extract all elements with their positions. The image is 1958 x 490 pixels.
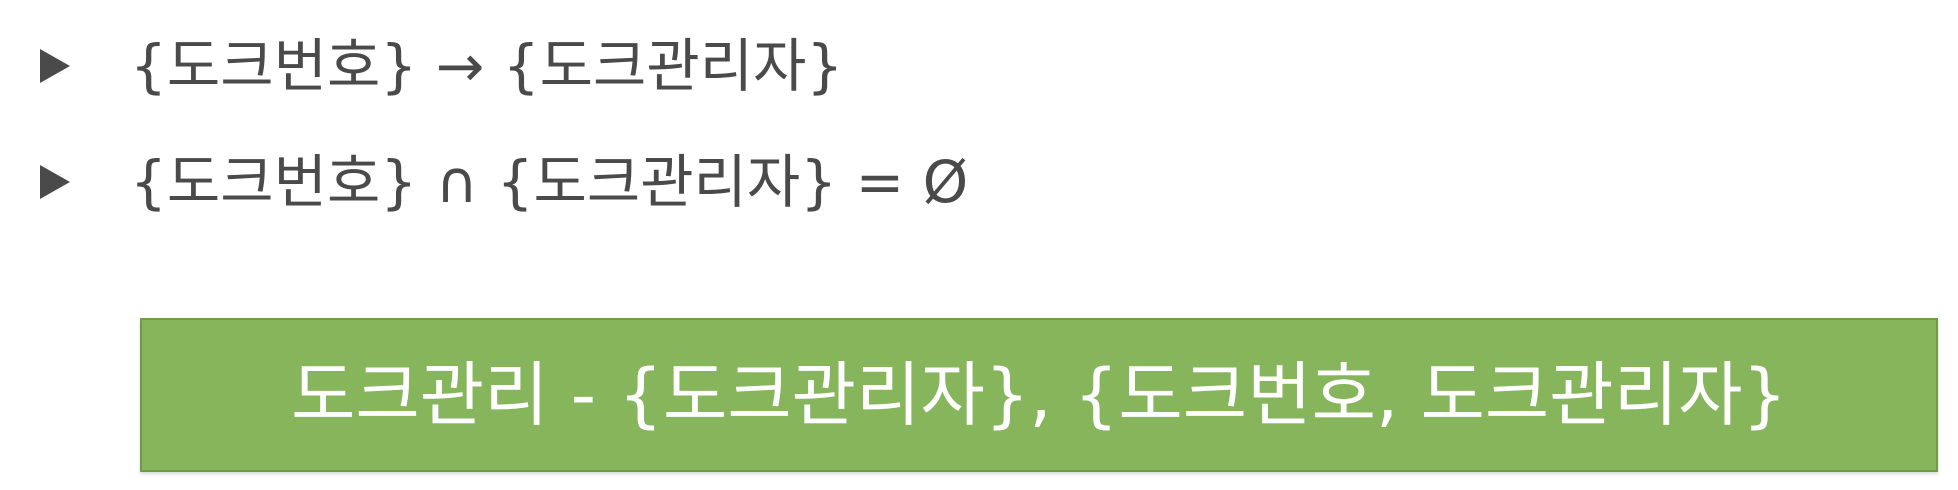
bullet-text: {도크번호} → {도크관리자} <box>130 32 844 100</box>
highlight-box: 도크관리 - {도크관리자}, {도크번호, 도크관리자} <box>140 318 1938 472</box>
triangle-bullet-icon <box>40 49 70 83</box>
highlight-text: 도크관리 - {도크관리자}, {도크번호, 도크관리자} <box>290 354 1788 436</box>
bullet-item-functional-dependency: {도크번호} → {도크관리자} <box>40 26 843 106</box>
triangle-bullet-icon <box>40 165 70 199</box>
bullet-text: {도크번호} ∩ {도크관리자} = Ø <box>130 148 969 216</box>
bullet-item-intersection: {도크번호} ∩ {도크관리자} = Ø <box>40 142 968 222</box>
